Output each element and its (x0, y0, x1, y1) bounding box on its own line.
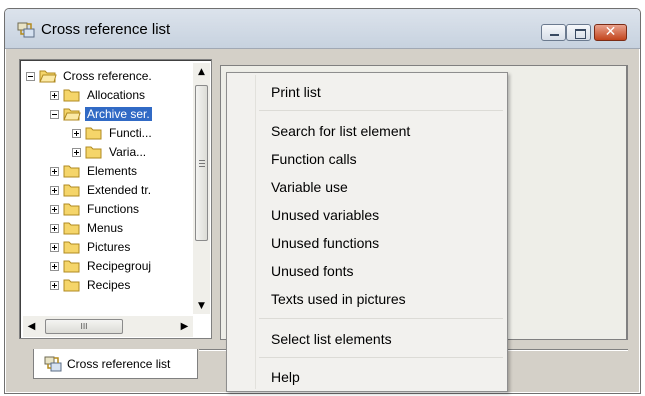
tree-item-root[interactable]: Cross reference. (26, 67, 154, 85)
vertical-scrollbar[interactable]: ▲ ▼ (193, 63, 210, 314)
tab-label: Cross reference list (67, 356, 171, 371)
tree-item-label: Allocations (87, 88, 146, 102)
tree-item-label: Pictures (87, 240, 131, 254)
tree-item-label: Recipes (87, 278, 131, 292)
menu-item-search-for-list-element[interactable]: Search for list element (271, 120, 410, 142)
tree-item[interactable]: Allocations (50, 86, 147, 104)
tree-item[interactable]: Recipegrouj (50, 257, 153, 275)
expand-icon[interactable] (50, 204, 59, 214)
maximize-button[interactable] (566, 24, 591, 41)
menu-item-variable-use[interactable]: Variable use (271, 176, 348, 198)
tree-item-label: Cross reference. (63, 69, 152, 83)
collapse-icon[interactable] (26, 71, 35, 81)
scroll-left-icon[interactable]: ◀ (23, 318, 40, 335)
folder-icon (85, 127, 102, 140)
grip-line (199, 166, 205, 167)
scroll-down-icon[interactable]: ▼ (193, 297, 210, 314)
menu-item-help[interactable]: Help (271, 366, 300, 388)
folder-icon (63, 279, 80, 292)
horizontal-scroll-thumb[interactable]: III (45, 319, 123, 334)
menu-separator (259, 110, 503, 111)
context-menu: Print list Search for list element Funct… (226, 72, 508, 392)
folder-icon (63, 184, 80, 197)
tree-item[interactable]: Recipes (50, 276, 132, 294)
tree-item-label: Menus (87, 221, 124, 235)
maximize-icon (567, 25, 590, 40)
expand-icon[interactable] (50, 261, 59, 271)
folder-icon (63, 260, 80, 273)
menu-item-unused-variables[interactable]: Unused variables (271, 204, 379, 226)
expand-icon[interactable] (50, 242, 59, 252)
expand-icon[interactable] (50, 223, 59, 233)
menu-item-unused-fonts[interactable]: Unused fonts (271, 260, 354, 282)
cross-reference-icon (44, 356, 62, 371)
expand-icon[interactable] (50, 185, 59, 195)
grip-line (199, 160, 205, 161)
folder-icon (63, 222, 80, 235)
tree-item-label: Recipegrouj (87, 259, 152, 273)
scroll-right-icon[interactable]: ▶ (176, 318, 193, 335)
tree-item-label: Functi... (109, 126, 152, 140)
close-icon: ✕ (604, 24, 617, 40)
grip-line (199, 163, 205, 164)
tree-item-label: Extended tr. (87, 183, 152, 197)
close-button[interactable]: ✕ (594, 24, 627, 41)
tree-view[interactable]: Cross reference. Allocations Archive ser… (19, 59, 212, 339)
tree-item[interactable]: Extended tr. (50, 181, 153, 199)
folder-icon (63, 89, 80, 102)
folder-icon (63, 165, 80, 178)
minimize-button[interactable] (541, 24, 566, 41)
tree-item-label: Archive ser. (85, 107, 152, 121)
tree-item[interactable]: Functi... (72, 124, 154, 142)
menu-item-function-calls[interactable]: Function calls (271, 148, 357, 170)
tree-item[interactable]: Menus (50, 219, 125, 237)
minimize-icon (542, 25, 565, 40)
expand-icon[interactable] (50, 166, 59, 176)
horizontal-scrollbar[interactable]: ◀ III ▶ (23, 316, 193, 337)
tree-item-label: Varia... (109, 145, 147, 159)
menu-gutter (255, 75, 256, 389)
menu-item-unused-functions[interactable]: Unused functions (271, 232, 379, 254)
tab-cross-reference-list[interactable]: Cross reference list (33, 349, 198, 379)
tree-item-label: Elements (87, 164, 138, 178)
expand-icon[interactable] (72, 128, 81, 138)
menu-item-print-list[interactable]: Print list (271, 81, 321, 103)
tree-item-label: Functions (87, 202, 140, 216)
cross-reference-icon (17, 22, 35, 38)
menu-separator (259, 357, 503, 358)
expand-icon[interactable] (50, 280, 59, 290)
tree-item[interactable]: Varia... (72, 143, 148, 161)
menu-item-select-list-elements[interactable]: Select list elements (271, 328, 392, 350)
window-title: Cross reference list (41, 21, 171, 38)
folder-open-icon (63, 108, 81, 121)
expand-icon[interactable] (72, 147, 81, 157)
vertical-scroll-thumb[interactable] (195, 85, 208, 241)
folder-icon (85, 146, 102, 159)
tree-item[interactable]: Functions (50, 200, 141, 218)
collapse-icon[interactable] (50, 109, 59, 119)
tree-item[interactable]: Archive ser. (50, 105, 152, 123)
expand-icon[interactable] (50, 90, 59, 100)
menu-item-texts-used-in-pictures[interactable]: Texts used in pictures (271, 288, 406, 310)
folder-open-icon (39, 70, 57, 83)
tree-item[interactable]: Elements (50, 162, 139, 180)
pane-splitter[interactable] (212, 59, 220, 340)
menu-separator (259, 318, 503, 319)
tree-item[interactable]: Pictures (50, 238, 132, 256)
folder-icon (63, 241, 80, 254)
scroll-up-icon[interactable]: ▲ (193, 63, 210, 80)
title-bar[interactable]: Cross reference list ✕ (5, 9, 640, 49)
folder-icon (63, 203, 80, 216)
